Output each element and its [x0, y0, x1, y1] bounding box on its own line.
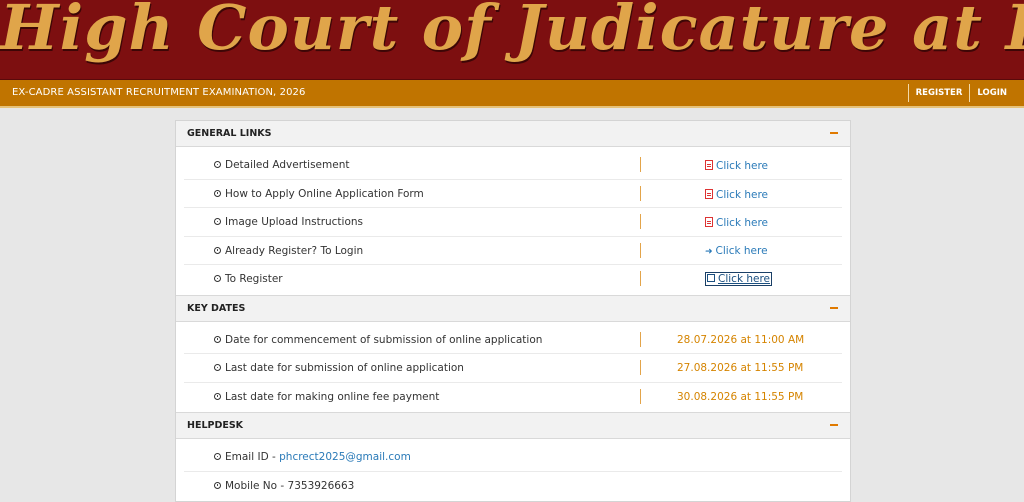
general-links-title: GENERAL LINKS: [187, 128, 272, 139]
date-value: 27.08.2026 at 11:55 PM: [677, 362, 804, 374]
divider: [640, 214, 641, 229]
main-panel: GENERAL LINKS Detailed Advertisement Cli…: [175, 120, 851, 502]
date-value: 28.07.2026 at 11:00 AM: [677, 333, 805, 346]
pdf-icon: [705, 160, 713, 170]
collapse-icon[interactable]: [830, 132, 838, 134]
circle-dot-icon: [214, 246, 221, 254]
helpdesk-body: Email ID - phcrect2025@gmail.com Mobile …: [176, 439, 850, 501]
row-label: Detailed Advertisement: [225, 159, 350, 171]
list-item: To Register Click here: [184, 265, 842, 293]
collapse-icon[interactable]: [830, 306, 838, 309]
key-dates-header[interactable]: KEY DATES: [176, 294, 850, 322]
circle-dot-icon: [214, 218, 221, 225]
circle-dot-icon: [214, 453, 221, 460]
list-item: Already Register? To Login ➜ Click here: [184, 237, 842, 265]
site-banner: High Court of Judicature at Patna: [0, 0, 1024, 80]
collapse-icon[interactable]: [830, 424, 838, 426]
nav-links: REGISTER LOGIN: [907, 84, 1014, 102]
banner-title: High Court of Judicature at Patna: [0, 0, 1024, 64]
divider: [640, 185, 641, 201]
divider: [640, 360, 641, 375]
key-dates-title: KEY DATES: [187, 302, 246, 314]
list-item: Email ID - phcrect2025@gmail.com: [184, 443, 842, 472]
circle-dot-icon: [214, 481, 221, 489]
email-label: Email ID -: [225, 451, 280, 463]
list-item: Image Upload Instructions Click here: [184, 208, 842, 237]
general-links-header[interactable]: GENERAL LINKS: [176, 121, 850, 147]
mobile-number: Mobile No - 7353926663: [225, 479, 355, 492]
list-item: Last date for submission of online appli…: [184, 354, 842, 383]
list-item: Last date for making online fee payment …: [184, 383, 842, 411]
row-label: How to Apply Online Application Form: [225, 187, 424, 200]
advertisement-link[interactable]: Click here: [705, 159, 768, 172]
circle-dot-icon: [214, 392, 221, 400]
row-label: Already Register? To Login: [225, 244, 364, 257]
how-to-apply-link[interactable]: Click here: [705, 188, 768, 201]
row-label: To Register: [225, 273, 283, 285]
login-icon: ➜: [705, 246, 713, 257]
list-item: Detailed Advertisement Click here: [184, 151, 842, 180]
login-click-link[interactable]: ➜ Click here: [705, 245, 768, 257]
divider: [640, 331, 641, 347]
row-label: Image Upload Instructions: [225, 216, 364, 228]
divider: [640, 157, 641, 172]
pdf-icon: [705, 217, 713, 227]
divider: [640, 242, 641, 258]
list-item: Date for commencement of submission of o…: [184, 326, 842, 354]
pdf-icon: [705, 188, 713, 199]
register-click-link[interactable]: Click here: [705, 272, 773, 286]
circle-dot-icon: [214, 189, 221, 197]
circle-dot-icon: [214, 335, 221, 343]
edit-icon: [707, 274, 715, 282]
register-link[interactable]: REGISTER: [907, 84, 970, 102]
circle-dot-icon: [214, 161, 221, 168]
email-link[interactable]: phcrect2025@gmail.com: [279, 451, 411, 463]
top-navbar: EX-CADRE ASSISTANT RECRUITMENT EXAMINATI…: [0, 80, 1024, 108]
row-label: Date for commencement of submission of o…: [225, 333, 543, 346]
date-value: 30.08.2026 at 11:55 PM: [677, 390, 804, 403]
divider: [640, 271, 641, 286]
circle-dot-icon: [214, 275, 221, 282]
divider: [640, 388, 641, 404]
exam-title: EX-CADRE ASSISTANT RECRUITMENT EXAMINATI…: [12, 87, 306, 98]
general-links-body: Detailed Advertisement Click here How to…: [176, 147, 850, 295]
circle-dot-icon: [214, 364, 221, 371]
list-item: How to Apply Online Application Form Cli…: [184, 180, 842, 208]
key-dates-body: Date for commencement of submission of o…: [176, 322, 850, 413]
row-label: Last date for making online fee payment: [225, 390, 440, 403]
image-upload-link[interactable]: Click here: [705, 216, 768, 229]
helpdesk-title: HELPDESK: [187, 420, 244, 431]
row-label: Last date for submission of online appli…: [225, 362, 464, 374]
list-item: Mobile No - 7353926663: [184, 472, 842, 500]
login-link[interactable]: LOGIN: [969, 84, 1014, 102]
helpdesk-header[interactable]: HELPDESK: [176, 412, 850, 439]
